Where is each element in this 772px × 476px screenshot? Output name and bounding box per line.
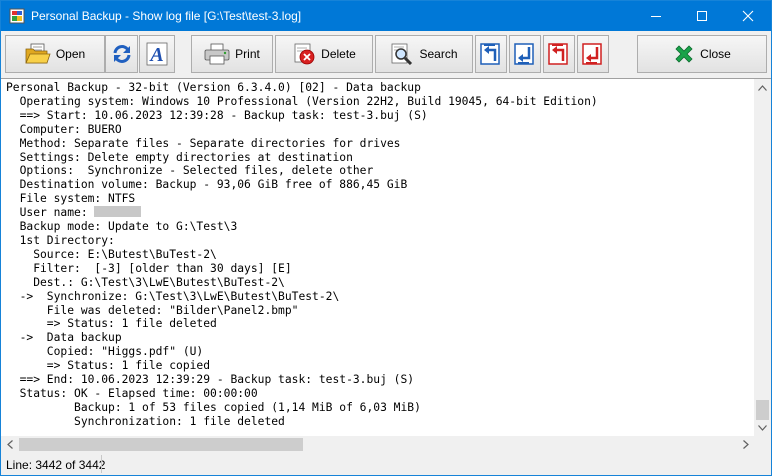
close-x-icon [675, 45, 693, 63]
app-window: Personal Backup - Show log file [G:\Test… [0, 0, 772, 476]
font-icon: A [146, 42, 168, 66]
jump-last-button[interactable] [577, 35, 609, 73]
log-viewer[interactable]: Personal Backup - 32-bit (Version 6.3.4.… [1, 78, 771, 454]
scroll-up-button[interactable] [754, 79, 771, 96]
scroll-down-button[interactable] [754, 419, 771, 436]
chevron-up-icon [758, 84, 767, 91]
log-text: Personal Backup - 32-bit (Version 6.3.4.… [6, 81, 598, 429]
jump-next-button[interactable] [509, 35, 541, 73]
minimize-button[interactable] [633, 1, 679, 31]
scrollbar-corner [754, 436, 771, 453]
jump-next-icon [514, 43, 534, 65]
log-line: -> Data backup [6, 331, 122, 345]
log-line: ==> Start: 10.06.2023 12:39:28 - Backup … [6, 108, 428, 122]
vertical-scrollbar[interactable] [754, 79, 771, 436]
chevron-down-icon [758, 424, 767, 431]
log-line: Status: OK - Elapsed time: 00:00:00 [6, 386, 258, 400]
log-line: Synchronization: 1 file deleted [6, 414, 285, 428]
maximize-button[interactable] [679, 1, 725, 31]
scroll-right-button[interactable] [737, 436, 754, 453]
maximize-icon [697, 11, 707, 21]
log-line: Dest.: G:\Test\3\LwE\Butest\BuTest-2\ [6, 275, 285, 289]
jump-first-button[interactable] [475, 35, 507, 73]
log-line: Copied: "Higgs.pdf" (U) [6, 345, 204, 359]
font-button[interactable]: A [139, 35, 175, 73]
log-line: Options: Synchronize - Selected files, d… [6, 164, 374, 178]
log-line: => Status: 1 file deleted [6, 317, 217, 331]
open-button[interactable]: Open [5, 35, 105, 73]
chevron-right-icon [742, 440, 749, 449]
log-line: Operating system: Windows 10 Professiona… [6, 94, 598, 108]
status-divider [101, 455, 102, 473]
redacted-user-name [94, 206, 142, 218]
jump-prev-icon [548, 43, 568, 65]
log-line: Computer: BUERO [6, 122, 122, 136]
log-line: -> Synchronize: G:\Test\3\LwE\Butest\BuT… [6, 289, 340, 303]
delete-label: Delete [321, 47, 356, 61]
log-line: User name: [6, 206, 95, 220]
status-bar: Line: 3442 of 3442 [1, 453, 771, 475]
title-bar[interactable]: Personal Backup - Show log file [G:\Test… [1, 1, 771, 31]
close-label: Close [700, 47, 731, 61]
toolbar: Open A Print Delete Search Close [1, 31, 771, 77]
horizontal-scrollbar[interactable] [1, 436, 754, 453]
window-title: Personal Backup - Show log file [G:\Test… [31, 9, 302, 23]
log-line: Filter: [-3] [older than 30 days] [E] [6, 261, 292, 275]
jump-prev-button[interactable] [543, 35, 575, 73]
open-label: Open [55, 47, 86, 61]
jump-last-icon [582, 43, 602, 65]
log-line: Backup: 1 of 53 files copied (1,14 MiB o… [6, 400, 421, 414]
svg-text:A: A [148, 44, 163, 66]
delete-icon [294, 43, 315, 65]
print-label: Print [235, 47, 260, 61]
log-line: Source: E:\Butest\BuTest-2\ [6, 247, 217, 261]
status-line-info: Line: 3442 of 3442 [6, 458, 106, 472]
log-line: Settings: Delete empty directories at de… [6, 150, 353, 164]
search-icon [392, 43, 413, 65]
log-line: Personal Backup - 32-bit (Version 6.3.4.… [6, 81, 421, 94]
search-button[interactable]: Search [375, 35, 473, 73]
folder-open-icon [25, 43, 51, 64]
vertical-scroll-thumb[interactable] [756, 400, 769, 420]
horizontal-scroll-thumb[interactable] [19, 438, 303, 451]
close-icon [742, 10, 754, 22]
chevron-left-icon [6, 440, 13, 449]
reload-icon [113, 45, 130, 63]
log-line: ==> End: 10.06.2023 12:39:29 - Backup ta… [6, 373, 415, 387]
log-line: => Status: 1 file copied [6, 359, 211, 373]
log-line: File was deleted: "Bilder\Panel2.bmp" [6, 303, 299, 317]
delete-button[interactable]: Delete [275, 35, 373, 73]
log-line: Destination volume: Backup - 93,06 GiB f… [6, 178, 408, 192]
minimize-icon [651, 16, 661, 17]
log-line: File system: NTFS [6, 192, 136, 206]
printer-icon [204, 43, 230, 65]
reload-button[interactable] [105, 35, 138, 73]
close-button[interactable]: Close [637, 35, 767, 73]
search-label: Search [419, 47, 458, 61]
print-button[interactable]: Print [191, 35, 273, 73]
log-line: Backup mode: Update to G:\Test\3 [6, 220, 238, 234]
log-line: 1st Directory: [6, 233, 115, 247]
log-line: Method: Separate files - Separate direct… [6, 136, 401, 150]
scroll-left-button[interactable] [1, 436, 18, 453]
close-window-button[interactable] [725, 1, 771, 31]
jump-first-icon [480, 43, 500, 65]
app-icon [9, 8, 25, 24]
